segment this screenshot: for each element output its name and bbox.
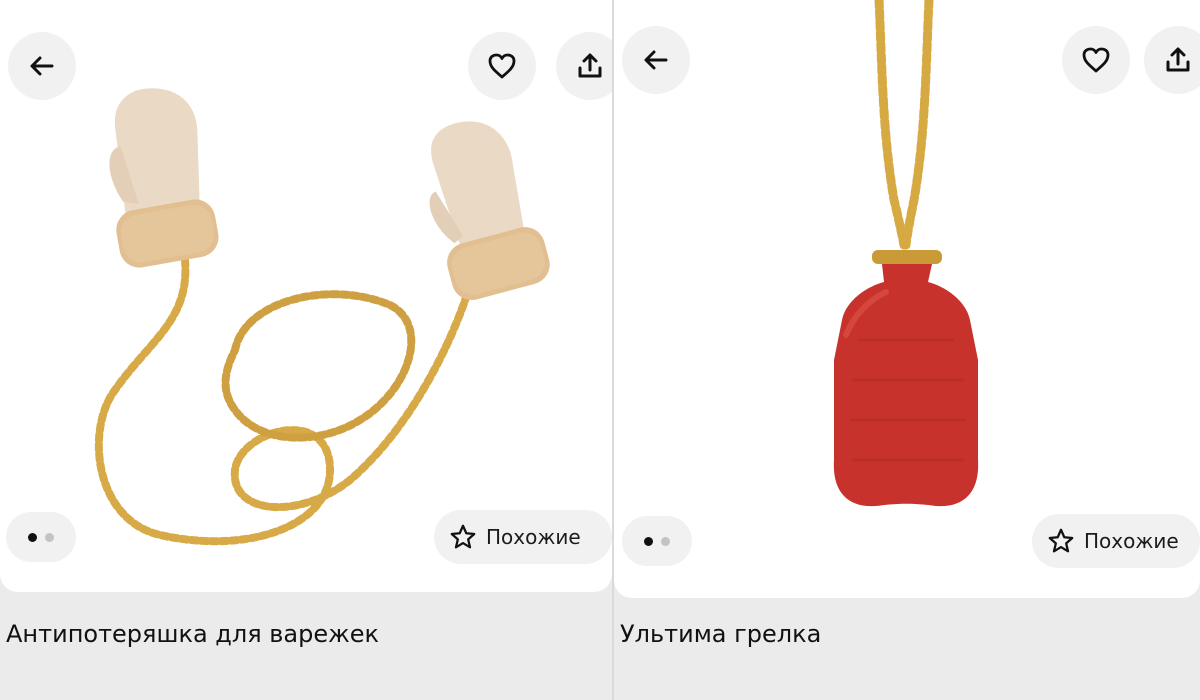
chain-strand-inner bbox=[221, 290, 416, 442]
left-mitten bbox=[109, 88, 219, 268]
right-mitten bbox=[429, 121, 550, 301]
favorite-button[interactable] bbox=[468, 32, 536, 100]
necklace-chain-right bbox=[901, 0, 934, 250]
back-button[interactable] bbox=[8, 32, 76, 100]
product-image-area[interactable]: Похожие bbox=[0, 0, 612, 592]
necklace-chain-left bbox=[874, 0, 909, 250]
product-card-mitten-clip: Похожие Антипотеряшка для варежек bbox=[0, 0, 612, 700]
arrow-left-icon bbox=[30, 56, 54, 76]
share-icon bbox=[1166, 47, 1190, 72]
pagination-dot-active[interactable] bbox=[644, 536, 653, 546]
pagination-dot-active[interactable] bbox=[28, 532, 37, 542]
heart-icon bbox=[1082, 47, 1110, 73]
bottle-cap bbox=[872, 250, 942, 264]
star-icon bbox=[450, 524, 476, 549]
similar-button[interactable]: Похожие bbox=[434, 510, 612, 564]
product-card-hot-water-bottle: Похожие Ультима грелка bbox=[614, 0, 1200, 700]
hot-water-bottle bbox=[833, 264, 979, 507]
similar-button[interactable]: Похожие bbox=[1032, 514, 1200, 568]
similar-label: Похожие bbox=[486, 525, 581, 549]
product-image-area[interactable]: Похожие bbox=[614, 0, 1200, 598]
product-title[interactable]: Антипотеряшка для варежек bbox=[6, 620, 379, 648]
share-icon bbox=[578, 53, 602, 78]
heart-icon bbox=[488, 53, 516, 79]
star-icon bbox=[1048, 528, 1074, 553]
product-title[interactable]: Ультима грелка bbox=[620, 620, 821, 648]
image-pagination-dots bbox=[622, 516, 692, 566]
image-pagination-dots bbox=[6, 512, 76, 562]
back-button[interactable] bbox=[622, 26, 690, 94]
pagination-dot[interactable] bbox=[661, 536, 670, 546]
arrow-left-icon bbox=[644, 50, 668, 70]
favorite-button[interactable] bbox=[1062, 26, 1130, 94]
pagination-dot[interactable] bbox=[45, 532, 54, 542]
similar-label: Похожие bbox=[1084, 529, 1179, 553]
